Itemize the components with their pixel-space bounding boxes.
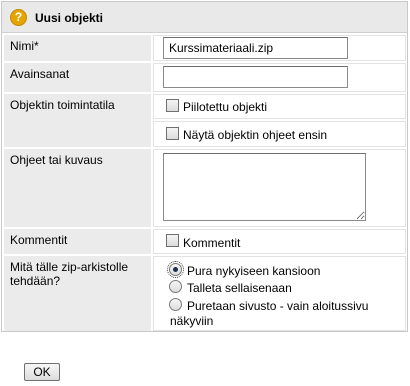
name-field-cell: [153, 35, 406, 61]
panel-title: Uusi objekti: [35, 11, 104, 25]
show-instructions-label[interactable]: Näytä objektin ohjeet ensin: [183, 128, 327, 142]
description-textarea[interactable]: [163, 153, 366, 221]
zip-action-field-cell: Pura nykyiseen kansioon Talleta sellaise…: [153, 256, 406, 331]
keywords-field-cell: [153, 63, 406, 92]
ok-button[interactable]: OK: [24, 363, 60, 381]
panel-header: ? Uusi objekti: [2, 2, 407, 33]
name-label-cell: Nimi*: [4, 35, 151, 61]
name-input[interactable]: [163, 37, 348, 59]
object-mode-label: Objektin toimintatila: [10, 98, 115, 112]
hidden-object-checkbox[interactable]: [166, 99, 179, 112]
show-instructions-cell: Näytä objektin ohjeet ensin: [153, 121, 406, 147]
save-as-is-label[interactable]: Talleta sellaisenaan: [187, 281, 292, 295]
extract-here-radio[interactable]: [167, 261, 184, 278]
description-field-cell: [153, 149, 406, 227]
comments-checkbox[interactable]: [166, 234, 179, 247]
hidden-object-cell: Piilotettu objekti: [153, 94, 406, 119]
zip-action-label-cell: Mitä tälle zip-arkistolle tehdään?: [4, 256, 151, 331]
keywords-label-cell: Avainsanat: [4, 63, 151, 92]
new-object-panel: ? Uusi objekti Nimi* Avainsanat Objektin…: [1, 1, 408, 332]
show-instructions-checkbox[interactable]: [166, 127, 179, 140]
description-label-cell: Ohjeet tai kuvaus: [4, 149, 151, 227]
save-as-is-radio[interactable]: [169, 280, 182, 293]
hidden-object-label[interactable]: Piilotettu objekti: [183, 100, 267, 114]
comments-checkbox-label[interactable]: Kommentit: [183, 236, 240, 250]
keywords-label: Avainsanat: [10, 67, 70, 81]
comments-label-cell: Kommentit: [4, 229, 151, 254]
name-label: Nimi*: [10, 39, 39, 53]
extract-website-radio[interactable]: [169, 298, 182, 311]
comments-field-cell: Kommentit: [153, 229, 406, 254]
keywords-input[interactable]: [163, 66, 348, 88]
extract-here-label[interactable]: Pura nykyiseen kansioon: [187, 264, 320, 278]
comments-label: Kommentit: [10, 233, 68, 247]
zip-action-label-line1: Mitä tälle zip-arkistolle: [10, 260, 129, 274]
extract-website-label-line1[interactable]: Puretaan sivusto - vain aloitussivu: [187, 299, 368, 313]
extract-website-label-line2[interactable]: näkyviin: [170, 314, 213, 328]
description-label: Ohjeet tai kuvaus: [10, 153, 103, 167]
zip-action-label-line2: tehdään?: [10, 274, 61, 288]
object-mode-label-cell: Objektin toimintatila: [4, 94, 151, 147]
help-icon[interactable]: ?: [10, 9, 27, 26]
